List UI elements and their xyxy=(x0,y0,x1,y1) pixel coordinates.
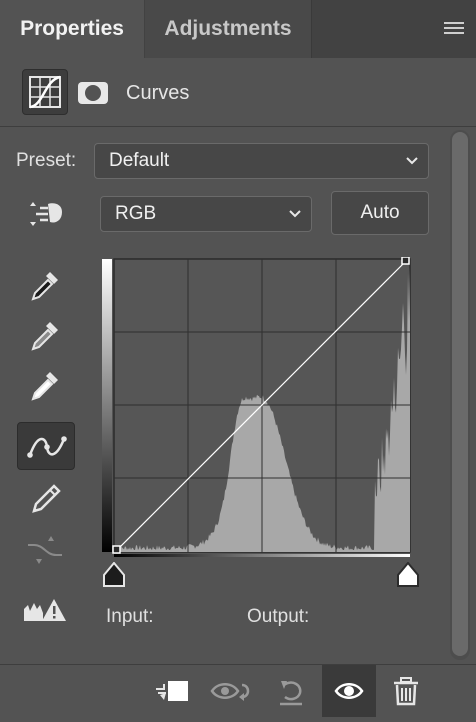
chevron-down-icon xyxy=(289,210,301,218)
view-previous-state-icon[interactable] xyxy=(210,673,254,709)
black-point-eyedropper-icon[interactable] xyxy=(20,262,70,310)
auto-button[interactable]: Auto xyxy=(331,191,429,235)
on-image-adjust-icon[interactable] xyxy=(20,190,70,238)
gray-point-eyedropper-icon[interactable] xyxy=(20,312,70,360)
black-point-slider[interactable] xyxy=(102,562,126,588)
preset-label: Preset: xyxy=(16,150,77,171)
pencil-draw-icon[interactable] xyxy=(20,475,70,523)
panel-scrollbar[interactable] xyxy=(450,130,470,660)
layer-mask-icon[interactable] xyxy=(78,82,108,104)
tab-adjustments[interactable]: Adjustments xyxy=(145,0,312,58)
white-point-eyedropper-icon[interactable] xyxy=(20,362,70,410)
delete-trash-icon[interactable] xyxy=(388,673,424,709)
tab-properties[interactable]: Properties xyxy=(0,0,144,58)
curves-graph[interactable] xyxy=(100,257,412,557)
curve-point-black[interactable] xyxy=(112,545,121,554)
preset-select[interactable]: Default xyxy=(94,143,429,179)
white-point-slider[interactable] xyxy=(396,562,420,588)
properties-header: Curves xyxy=(0,58,476,127)
chevron-down-icon xyxy=(406,157,418,165)
channel-value: RGB xyxy=(115,203,157,224)
output-gradient-bar xyxy=(102,259,112,552)
adjustment-title: Curves xyxy=(126,82,190,104)
panel-menu-icon[interactable] xyxy=(444,22,464,36)
visibility-toggle[interactable] xyxy=(322,665,376,717)
clip-to-layer-icon[interactable] xyxy=(154,673,190,709)
reset-icon[interactable] xyxy=(272,673,308,709)
curve-point-white[interactable] xyxy=(401,257,410,265)
preset-value: Default xyxy=(109,150,170,171)
curve-points-icon[interactable] xyxy=(17,422,75,470)
scrollbar-thumb[interactable] xyxy=(452,132,468,656)
channel-select[interactable]: RGB xyxy=(100,196,312,232)
panel-footer xyxy=(0,664,476,717)
input-label: Input: xyxy=(106,606,154,627)
output-label: Output: xyxy=(247,606,310,627)
curves-adjustment-icon[interactable] xyxy=(22,69,68,115)
smooth-curve-icon[interactable] xyxy=(20,525,70,573)
visibility-eye-icon xyxy=(334,683,364,699)
clipping-warning-icon[interactable] xyxy=(20,585,70,633)
input-gradient-bar xyxy=(114,554,410,557)
panel-tabbar: Properties Adjustments xyxy=(0,0,476,58)
